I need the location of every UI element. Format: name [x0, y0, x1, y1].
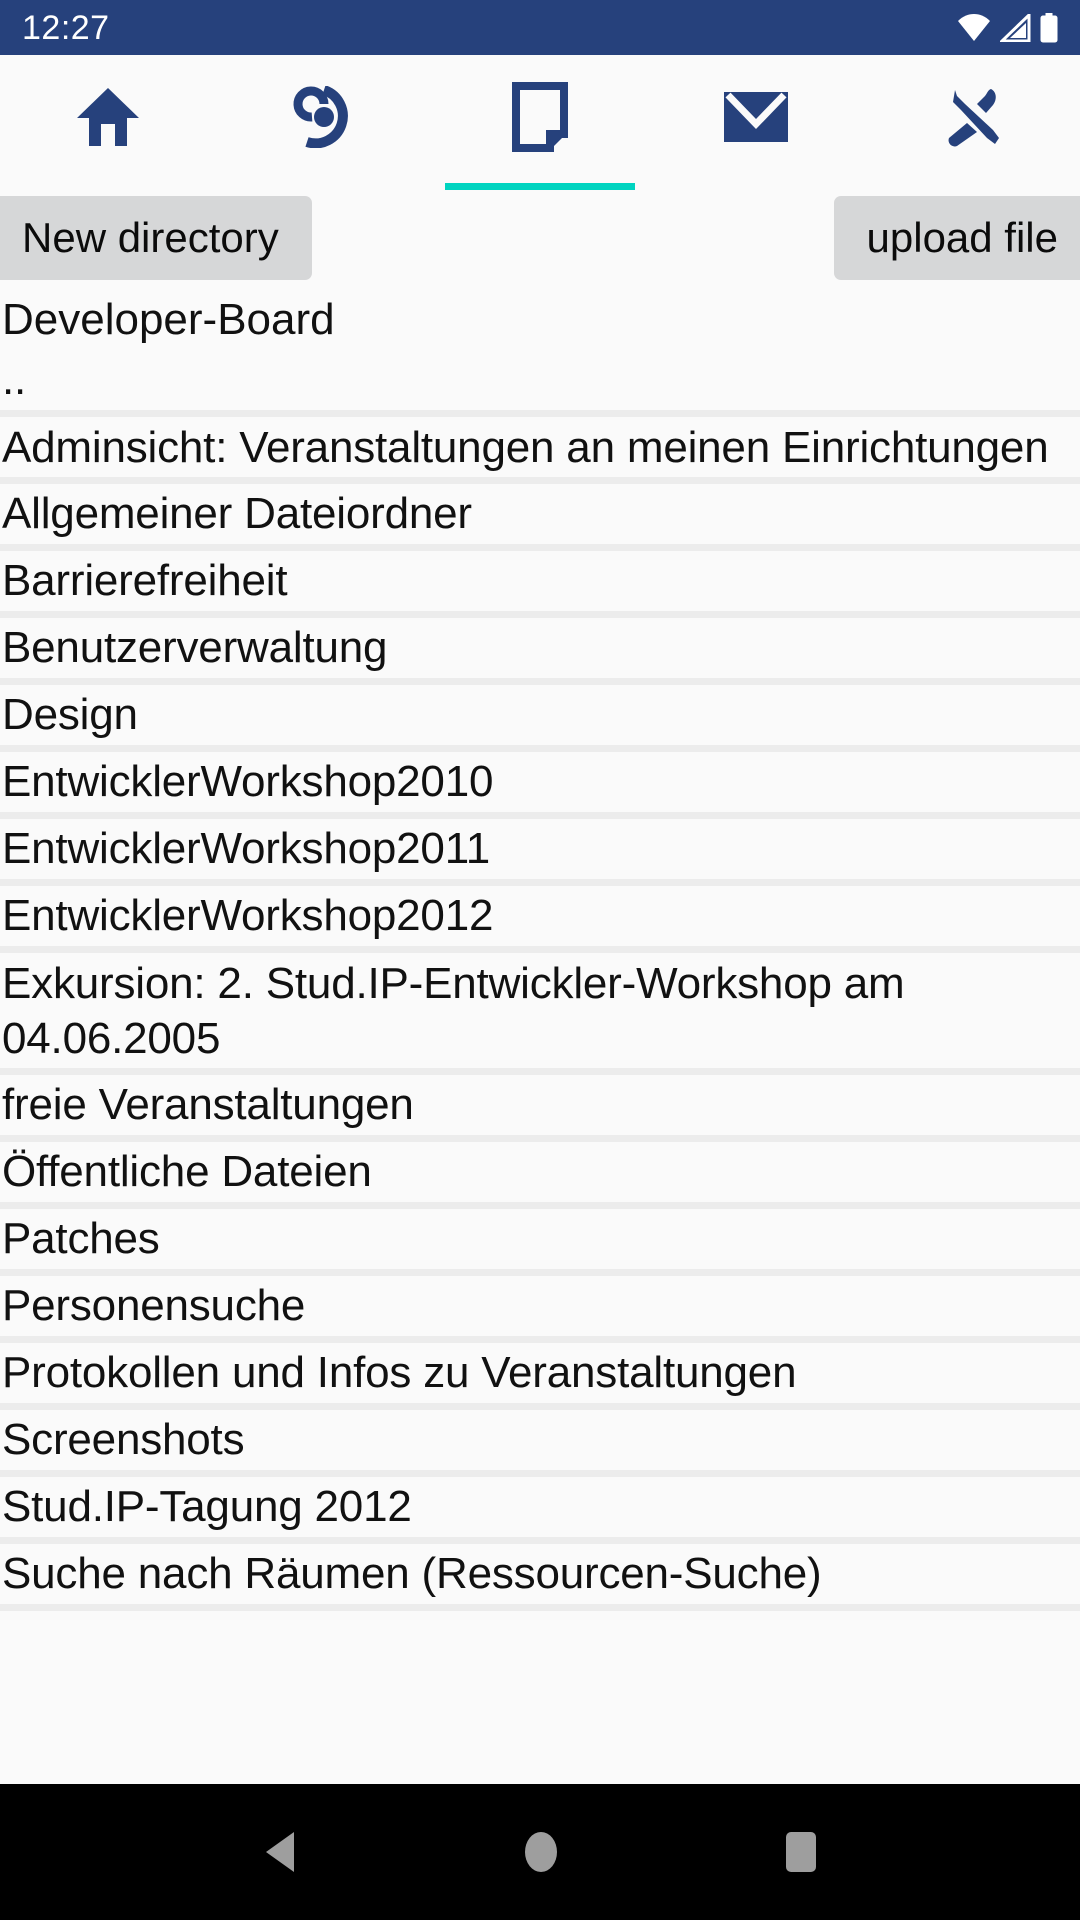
file-list-item-label: Barrierefreiheit: [2, 556, 288, 605]
file-list-item[interactable]: EntwicklerWorkshop2012: [0, 886, 1080, 953]
file-list-item[interactable]: ..: [0, 350, 1080, 417]
file-list-item[interactable]: EntwicklerWorkshop2010: [0, 752, 1080, 819]
file-list-item-label: freie Veranstaltungen: [2, 1080, 414, 1129]
file-list-item-label: Design: [2, 690, 138, 739]
tab-home[interactable]: [0, 55, 216, 190]
cellular-signal-icon: [1000, 13, 1032, 42]
tab-files[interactable]: [432, 55, 648, 190]
file-list-item-label: Öffentliche Dateien: [2, 1147, 372, 1196]
file-list-item-label: Personensuche: [2, 1281, 306, 1330]
file-list-item[interactable]: Protokollen und Infos zu Veranstaltungen: [0, 1343, 1080, 1410]
file-list-item[interactable]: Benutzerverwaltung: [0, 618, 1080, 685]
tools-crossed-icon: [941, 86, 1003, 148]
status-clock: 12:27: [22, 8, 110, 47]
folder-title: Developer-Board: [2, 295, 335, 344]
file-list-item-label: Allgemeiner Dateiordner: [2, 489, 472, 538]
back-triangle-icon[interactable]: [260, 1830, 300, 1874]
file-list-item-label: EntwicklerWorkshop2012: [2, 891, 494, 940]
action-toolbar: New directory upload file: [0, 196, 1080, 280]
file-list-item-label: Adminsicht: Veranstaltungen an meinen Ei…: [2, 423, 1049, 472]
file-list-item-label: EntwicklerWorkshop2010: [2, 757, 494, 806]
android-navigation-bar: [0, 1784, 1080, 1920]
file-list-item[interactable]: Stud.IP-Tagung 2012: [0, 1477, 1080, 1544]
new-directory-button[interactable]: New directory: [0, 196, 312, 280]
status-bar: 12:27: [0, 0, 1080, 55]
file-list-item[interactable]: Öffentliche Dateien: [0, 1142, 1080, 1209]
file-list-item[interactable]: Allgemeiner Dateiordner: [0, 484, 1080, 551]
file-list-item[interactable]: Suche nach Räumen (Ressourcen-Suche): [0, 1544, 1080, 1611]
file-list-item-label: Benutzerverwaltung: [2, 623, 388, 672]
battery-icon: [1040, 12, 1058, 43]
status-icon-group: [956, 12, 1058, 43]
file-list[interactable]: .. Adminsicht: Veranstaltungen an meinen …: [0, 350, 1080, 1784]
home-icon: [75, 86, 141, 148]
file-list-item[interactable]: EntwicklerWorkshop2011: [0, 819, 1080, 886]
tab-active-indicator: [445, 183, 635, 190]
home-circle-icon[interactable]: [521, 1829, 561, 1875]
file-list-item[interactable]: Barrierefreiheit: [0, 551, 1080, 618]
file-list-item[interactable]: Exkursion: 2. Stud.IP-Entwickler-Worksho…: [0, 953, 1080, 1075]
envelope-icon: [722, 90, 790, 144]
file-list-item-label: Stud.IP-Tagung 2012: [2, 1482, 412, 1531]
wifi-icon: [956, 13, 992, 42]
file-list-item-label: Protokollen und Infos zu Veranstaltungen: [2, 1348, 797, 1397]
file-list-item-label: EntwicklerWorkshop2011: [2, 824, 490, 873]
recents-square-icon[interactable]: [782, 1829, 820, 1875]
app-root: 12:27 New directory upload file Develope…: [0, 0, 1080, 1920]
file-list-item[interactable]: Personensuche: [0, 1276, 1080, 1343]
file-list-item-label: ..: [2, 355, 27, 404]
upload-file-button[interactable]: upload file: [833, 196, 1080, 280]
tab-messages[interactable]: [648, 55, 864, 190]
tab-tools[interactable]: [864, 55, 1080, 190]
file-list-item[interactable]: Patches: [0, 1209, 1080, 1276]
file-list-item-label: Patches: [2, 1214, 160, 1263]
file-list-item[interactable]: freie Veranstaltungen: [0, 1075, 1080, 1142]
file-list-item[interactable]: Screenshots: [0, 1410, 1080, 1477]
file-list-item-label: Screenshots: [2, 1415, 245, 1464]
spiral-eye-icon: [293, 85, 355, 148]
document-page-icon: [512, 81, 568, 152]
file-list-item[interactable]: Adminsicht: Veranstaltungen an meinen Ei…: [0, 417, 1080, 484]
file-list-item-label: Suche nach Räumen (Ressourcen-Suche): [2, 1549, 822, 1598]
file-list-item[interactable]: Design: [0, 685, 1080, 752]
tab-activity[interactable]: [216, 55, 432, 190]
file-list-item-label: Exkursion: 2. Stud.IP-Entwickler-Worksho…: [2, 959, 905, 1063]
tab-bar: [0, 55, 1080, 190]
